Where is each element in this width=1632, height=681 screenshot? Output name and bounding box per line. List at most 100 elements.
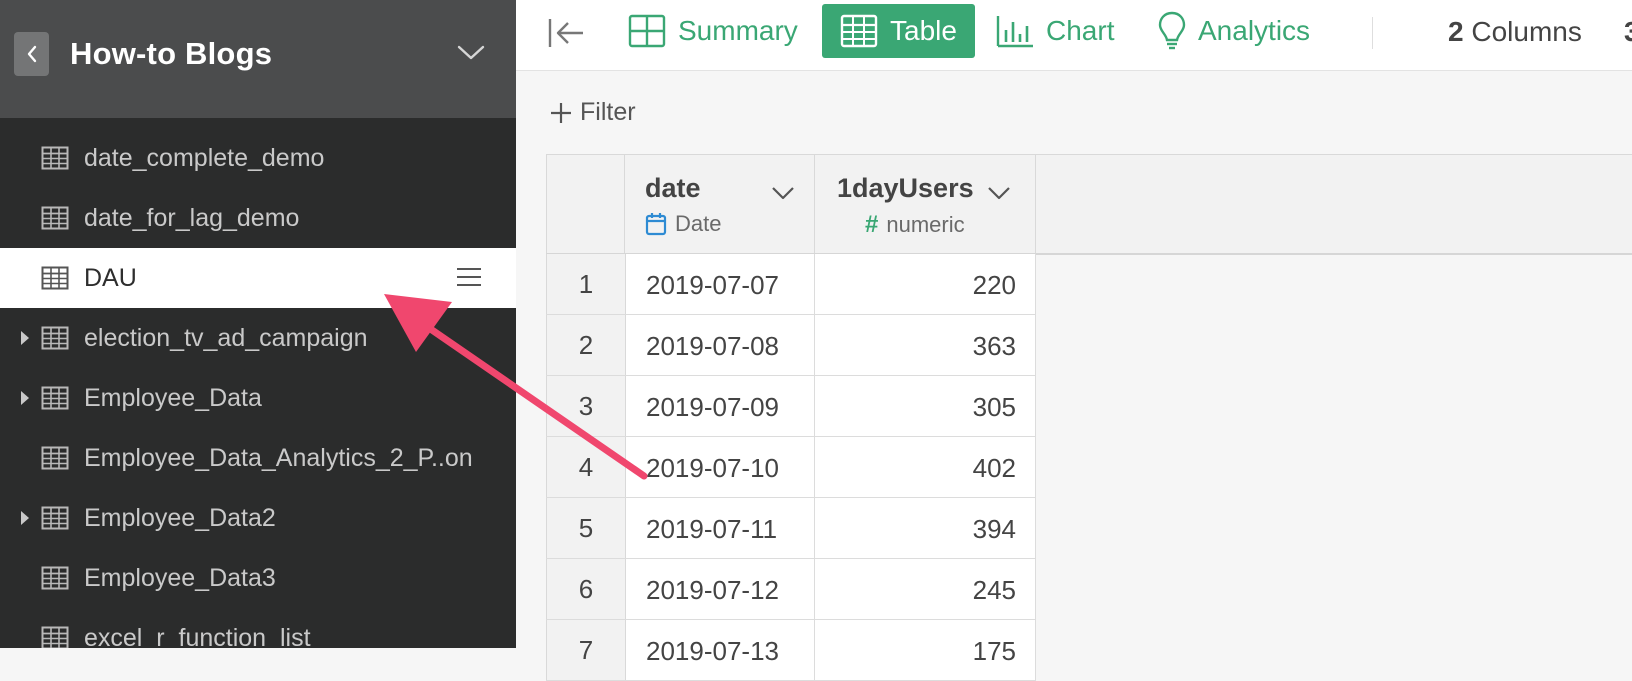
date-cell[interactable]: 2019-07-12 [646, 575, 779, 606]
sidebar-item-label: Employee_Data3 [84, 563, 276, 592]
date-cell[interactable]: 2019-07-08 [646, 331, 779, 362]
add-filter-button[interactable]: Filter [550, 98, 636, 127]
sidebar-item[interactable]: date_complete_demo [0, 128, 516, 188]
row-index: 4 [546, 437, 626, 497]
cell-divider [814, 315, 815, 375]
value-cell[interactable]: 363 [816, 331, 1016, 362]
hash-icon: # [865, 211, 879, 238]
table-row[interactable]: 5 2019-07-11 394 [546, 498, 1036, 559]
cell-divider [1035, 315, 1036, 375]
expand-triangle-icon[interactable] [20, 510, 30, 526]
cell-divider [1035, 559, 1036, 619]
tab-summary[interactable]: Summary [628, 4, 798, 58]
hamburger-menu-icon[interactable] [456, 266, 482, 288]
sidebar-item[interactable]: Employee_Data2 [0, 488, 516, 548]
table-icon [41, 446, 69, 470]
table-row[interactable]: 7 2019-07-13 175 [546, 620, 1036, 681]
column-type-label: Date [675, 211, 722, 236]
row-index-header [546, 155, 625, 253]
sidebar-item-label: date_complete_demo [84, 143, 325, 172]
cell-divider [1035, 498, 1036, 558]
lightbulb-icon [1158, 11, 1186, 50]
row-count-partial: 3 [1624, 16, 1632, 47]
collapse-sidebar-icon[interactable] [546, 16, 586, 50]
sidebar-item-label: date_for_lag_demo [84, 203, 300, 232]
table-row[interactable]: 2 2019-07-08 363 [546, 315, 1036, 376]
tab-summary-label: Summary [678, 15, 798, 46]
row-index: 6 [546, 559, 626, 619]
value-cell[interactable]: 394 [816, 514, 1016, 545]
summary-grid-icon [628, 14, 666, 48]
date-cell[interactable]: 2019-07-07 [646, 270, 779, 301]
sidebar: How-to Blogs date_complete_demo date_for_… [0, 0, 516, 648]
sidebar-item[interactable]: date_for_lag_demo [0, 188, 516, 248]
bar-chart-icon [996, 16, 1033, 48]
table-icon [840, 14, 878, 48]
expand-triangle-icon[interactable] [20, 390, 30, 406]
sidebar-item[interactable]: Employee_Data [0, 368, 516, 428]
table-icon [41, 386, 69, 410]
back-button[interactable] [14, 32, 49, 76]
cell-divider [1035, 376, 1036, 436]
column-name: 1dayUsers [837, 173, 974, 203]
table-row[interactable]: 3 2019-07-09 305 [546, 376, 1036, 437]
row-index-value: 1 [578, 268, 594, 299]
chevron-down-icon[interactable] [771, 185, 795, 201]
tab-chart[interactable]: Chart [996, 4, 1114, 58]
tab-analytics[interactable]: Analytics [1158, 4, 1310, 58]
date-cell[interactable]: 2019-07-10 [646, 453, 779, 484]
tab-analytics-label: Analytics [1198, 15, 1311, 46]
cell-divider [814, 376, 815, 436]
sidebar-item-label: election_tv_ad_campaign [84, 323, 368, 352]
value-cell[interactable]: 220 [816, 270, 1016, 301]
sidebar-item-label: Employee_Data_Analytics_2_P..on [84, 443, 473, 472]
sidebar-item[interactable]: Employee_Data3 [0, 548, 516, 608]
row-index-value: 6 [578, 573, 594, 604]
sidebar-item[interactable]: election_tv_ad_campaign [0, 308, 516, 368]
column-name: date [645, 173, 701, 203]
column-header-date[interactable]: date Date [625, 155, 814, 253]
date-cell[interactable]: 2019-07-13 [646, 636, 779, 667]
value-cell[interactable]: 402 [816, 453, 1016, 484]
value-cell[interactable]: 245 [816, 575, 1016, 606]
view-toolbar: Summary Table Chart Analytics 2 Columns … [516, 0, 1632, 71]
table-row[interactable]: 4 2019-07-10 402 [546, 437, 1036, 498]
cell-divider [814, 254, 815, 314]
column-count: 2 Columns [1448, 16, 1582, 48]
table-row[interactable]: 1 2019-07-07 220 [546, 254, 1036, 315]
row-index-value: 3 [578, 390, 594, 421]
sidebar-item[interactable]: Employee_Data_Analytics_2_P..on [0, 428, 516, 488]
row-index: 1 [546, 254, 626, 314]
date-cell[interactable]: 2019-07-09 [646, 392, 779, 423]
row-index-value: 5 [578, 512, 594, 543]
value-cell[interactable]: 305 [816, 392, 1016, 423]
sidebar-item-label: Employee_Data [84, 383, 262, 412]
expand-triangle-icon[interactable] [20, 330, 30, 346]
chevron-down-icon[interactable] [987, 185, 1011, 201]
sidebar-item[interactable]: excel_r_function_list [0, 608, 516, 648]
table-icon [41, 566, 69, 590]
tab-chart-label: Chart [1046, 15, 1115, 46]
row-index: 5 [546, 498, 626, 558]
table-row[interactable]: 6 2019-07-12 245 [546, 559, 1036, 620]
cell-divider [814, 437, 815, 497]
data-frame-list: date_complete_demo date_for_lag_demo DAU el… [0, 128, 516, 648]
table-header: date Date 1dayUsers # numeric [546, 154, 1632, 255]
row-index-value: 2 [578, 329, 594, 360]
sidebar-item[interactable]: DAU [0, 248, 516, 308]
cell-divider [1035, 437, 1036, 497]
date-cell[interactable]: 2019-07-11 [646, 514, 777, 545]
project-dropdown-icon[interactable] [456, 42, 486, 62]
tab-table[interactable]: Table [822, 4, 975, 58]
plus-icon [551, 102, 571, 123]
cell-divider [814, 559, 815, 619]
sidebar-item-label: DAU [84, 263, 137, 292]
table-icon [41, 506, 69, 530]
chevron-left-icon [27, 45, 36, 63]
row-index: 2 [546, 315, 626, 375]
column-type: Date [645, 211, 721, 237]
column-header-1dayusers[interactable]: 1dayUsers # numeric [815, 155, 1035, 253]
column-count-value: 2 [1448, 16, 1464, 47]
sidebar-item-label: Employee_Data2 [84, 503, 276, 532]
value-cell[interactable]: 175 [816, 636, 1016, 667]
